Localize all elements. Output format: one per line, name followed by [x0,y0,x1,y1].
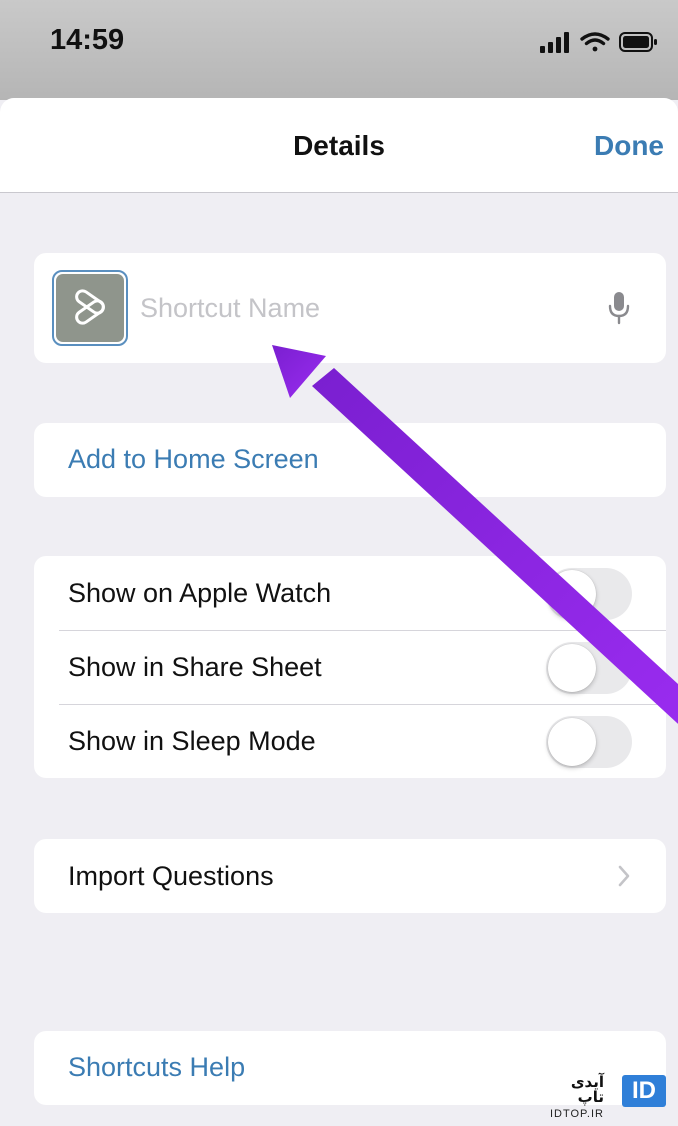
add-to-home-screen-label: Add to Home Screen [68,444,319,474]
toggle-row-share-sheet: Show in Share Sheet [34,630,666,704]
toggle-settings-card: Show on Apple Watch Show in Share Sheet … [34,556,666,778]
toggle-label: Show in Sleep Mode [68,726,316,756]
sleep-mode-toggle[interactable] [546,716,632,768]
battery-icon [619,32,657,52]
status-time: 14:59 [50,24,125,56]
wifi-icon [580,32,610,52]
watermark-url: IDTOP.IR [549,1108,604,1120]
details-sheet: Details Done Add to Home Screen Show on … [0,98,678,1126]
share-sheet-toggle[interactable] [546,642,632,694]
page-title: Details [293,130,385,161]
apple-watch-toggle[interactable] [546,568,632,620]
toggle-row-sleep-mode: Show in Sleep Mode [34,704,666,778]
microphone-icon[interactable] [608,291,630,325]
add-to-home-screen-button[interactable]: Add to Home Screen [34,423,666,497]
shortcuts-layers-icon [75,289,105,325]
watermark-text: آیدی تاپ [570,1073,604,1106]
shortcut-icon-button[interactable] [52,270,128,346]
cellular-signal-icon [540,32,569,53]
status-bar: 14:59 [0,0,678,100]
shortcuts-help-label: Shortcuts Help [68,1052,246,1082]
shortcut-name-card [34,253,666,363]
shortcut-name-input[interactable] [140,287,580,329]
toggle-label: Show in Share Sheet [68,652,322,682]
nav-bar: Details Done [0,98,678,193]
import-questions-label: Import Questions [68,861,274,891]
import-questions-row[interactable]: Import Questions [34,839,666,913]
status-icons [540,32,657,53]
watermark-logo: ID [622,1075,666,1107]
toggle-row-apple-watch: Show on Apple Watch [34,556,666,630]
chevron-right-icon [618,865,630,887]
toggle-label: Show on Apple Watch [68,578,332,608]
done-button[interactable]: Done [594,130,664,162]
